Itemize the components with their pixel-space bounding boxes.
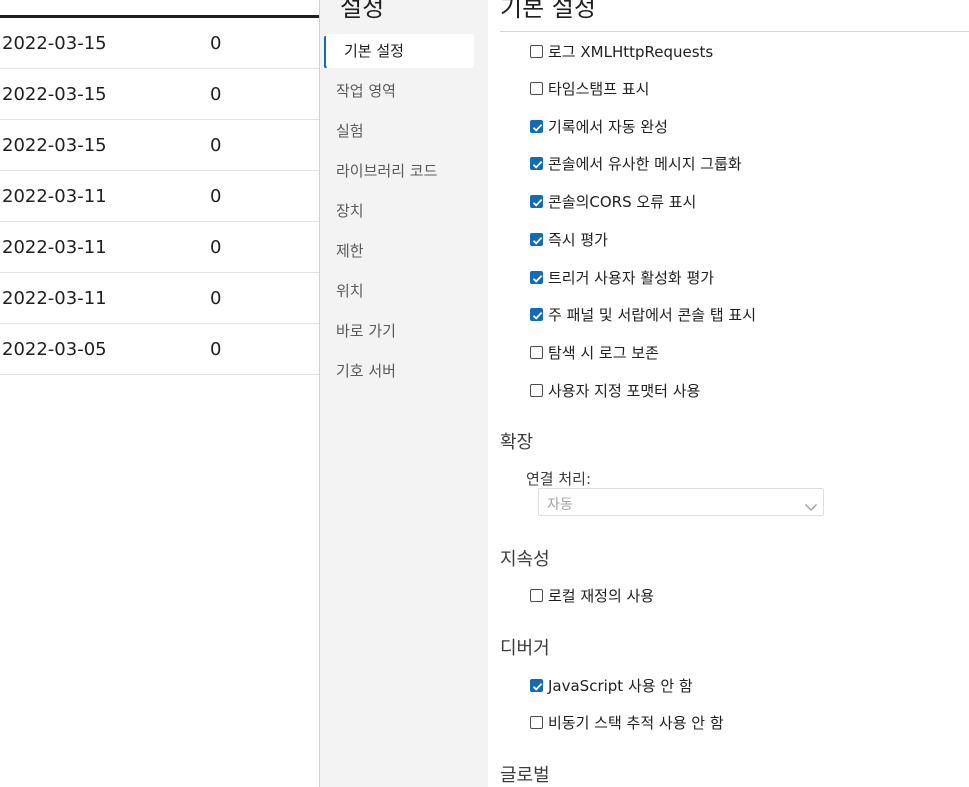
title-divider (500, 31, 969, 32)
option-label: 기록에서 자동 완성 (548, 117, 668, 136)
row-date: 2022-03-15 (2, 135, 107, 156)
nav-item-symbol-server[interactable]: 기호 서버 (336, 354, 474, 388)
row-count: 0 (210, 288, 222, 309)
table-row[interactable]: 2022-03-15 0 (0, 69, 319, 120)
row-count: 0 (210, 237, 222, 258)
nav-item-locations[interactable]: 위치 (336, 274, 474, 308)
option-group-similar[interactable]: 콘솔에서 유사한 메시지 그룹화 (530, 152, 742, 174)
checkbox[interactable] (530, 345, 543, 359)
results-table: 2022-03-15 0 2022-03-15 0 2022-03-15 0 2… (0, 0, 319, 787)
check-icon (532, 198, 543, 207)
row-date: 2022-03-05 (2, 339, 107, 360)
checkbox[interactable] (530, 81, 543, 95)
option-log-xhr[interactable]: 로그 XMLHttpRequests (530, 40, 713, 62)
link-handling-label: 연결 처리: (526, 470, 592, 488)
option-autocomplete-history[interactable]: 기록에서 자동 완성 (530, 115, 668, 137)
option-label: 탐색 시 로그 보존 (548, 343, 659, 362)
option-label: 주 패널 및 서랍에서 콘솔 탭 표시 (548, 305, 757, 324)
table-row[interactable]: 2022-03-05 0 (0, 324, 319, 375)
row-count: 0 (210, 186, 222, 207)
row-date: 2022-03-11 (2, 186, 107, 207)
nav-item-preferences[interactable]: 기본 설정 (326, 34, 474, 68)
chevron-down-icon (804, 497, 818, 516)
option-label: 트리거 사용자 활성화 평가 (548, 268, 715, 287)
select-value: 자동 (547, 497, 573, 513)
checkbox-checked[interactable] (530, 307, 543, 321)
section-debugger-heading: 디버거 (500, 638, 550, 659)
option-label: 콘솔의CORS 오류 표시 (548, 192, 697, 211)
row-date: 2022-03-11 (2, 288, 107, 309)
row-count: 0 (210, 84, 222, 105)
table-row[interactable]: 2022-03-15 0 (0, 120, 319, 171)
row-count: 0 (210, 33, 222, 54)
option-label: 콘솔에서 유사한 메시지 그룹화 (548, 154, 742, 173)
option-console-tab-drawer[interactable]: 주 패널 및 서랍에서 콘솔 탭 표시 (530, 303, 756, 325)
checkbox-checked[interactable] (530, 270, 543, 284)
option-label: 사용자 지정 포맷터 사용 (548, 381, 701, 400)
table-row[interactable]: 2022-03-11 0 (0, 222, 319, 273)
nav-item-throttling[interactable]: 제한 (336, 234, 474, 268)
row-date: 2022-03-11 (2, 237, 107, 258)
settings-main: 기본 설정 로그 XMLHttpRequests 타임스탬프 표시 기록에서 자… (488, 0, 969, 787)
row-count: 0 (210, 135, 222, 156)
checkbox-checked[interactable] (530, 119, 543, 133)
nav-item-devices[interactable]: 장치 (336, 194, 474, 228)
checkbox[interactable] (530, 44, 543, 58)
section-extensions-heading: 확장 (500, 432, 534, 453)
check-icon (532, 274, 543, 283)
option-label: 로컬 재정의 사용 (548, 586, 655, 605)
section-persistence-heading: 지속성 (500, 549, 550, 570)
check-icon (532, 123, 543, 132)
option-cors-errors[interactable]: 콘솔의CORS 오류 표시 (530, 190, 696, 212)
option-disable-async-stack[interactable]: 비동기 스택 추적 사용 안 함 (530, 711, 724, 733)
checkbox[interactable] (530, 588, 543, 602)
check-icon (532, 236, 543, 245)
section-global-heading: 글로벌 (500, 765, 550, 786)
check-icon (532, 311, 543, 320)
option-show-timestamps[interactable]: 타임스탬프 표시 (530, 77, 649, 99)
settings-title: 설정 (340, 0, 385, 22)
table-row[interactable]: 2022-03-11 0 (0, 171, 319, 222)
check-icon (532, 160, 543, 169)
table-row[interactable]: 2022-03-15 0 (0, 18, 319, 69)
nav-item-ignore-list[interactable]: 라이브러리 코드 (336, 154, 474, 188)
row-count: 0 (210, 339, 222, 360)
settings-nav: 설정 기본 설정 작업 영역 실험 라이브러리 코드 장치 제한 위치 바로 가… (319, 0, 488, 787)
nav-item-shortcuts[interactable]: 바로 가기 (336, 314, 474, 348)
nav-item-workspace[interactable]: 작업 영역 (336, 74, 474, 108)
table-row[interactable]: 2022-03-11 0 (0, 273, 319, 324)
option-disable-javascript[interactable]: JavaScript 사용 안 함 (530, 674, 693, 696)
option-label: 타임스탬프 표시 (548, 79, 650, 98)
row-date: 2022-03-15 (2, 84, 107, 105)
row-date: 2022-03-15 (2, 33, 107, 54)
option-label: JavaScript 사용 안 함 (548, 676, 693, 695)
option-user-activation-eval[interactable]: 트리거 사용자 활성화 평가 (530, 266, 714, 288)
checkbox-checked[interactable] (530, 678, 543, 692)
nav-item-experiments[interactable]: 실험 (336, 114, 474, 148)
nav-item-label: 기본 설정 (344, 42, 404, 60)
option-custom-formatters[interactable]: 사용자 지정 포맷터 사용 (530, 379, 700, 401)
option-label: 로그 XMLHttpRequests (548, 42, 714, 61)
option-preserve-log[interactable]: 탐색 시 로그 보존 (530, 341, 659, 363)
checkbox[interactable] (530, 383, 543, 397)
option-eager-evaluation[interactable]: 즉시 평가 (530, 228, 608, 250)
option-label: 비동기 스택 추적 사용 안 함 (548, 713, 724, 732)
checkbox-checked[interactable] (530, 156, 543, 170)
option-local-overrides[interactable]: 로컬 재정의 사용 (530, 584, 654, 606)
page-title: 기본 설정 (500, 0, 596, 22)
checkbox-checked[interactable] (530, 232, 543, 246)
checkbox[interactable] (530, 715, 543, 729)
option-label: 즉시 평가 (548, 230, 608, 249)
link-handling-select[interactable]: 자동 (538, 488, 824, 516)
checkbox-checked[interactable] (530, 194, 543, 208)
check-icon (532, 682, 543, 691)
